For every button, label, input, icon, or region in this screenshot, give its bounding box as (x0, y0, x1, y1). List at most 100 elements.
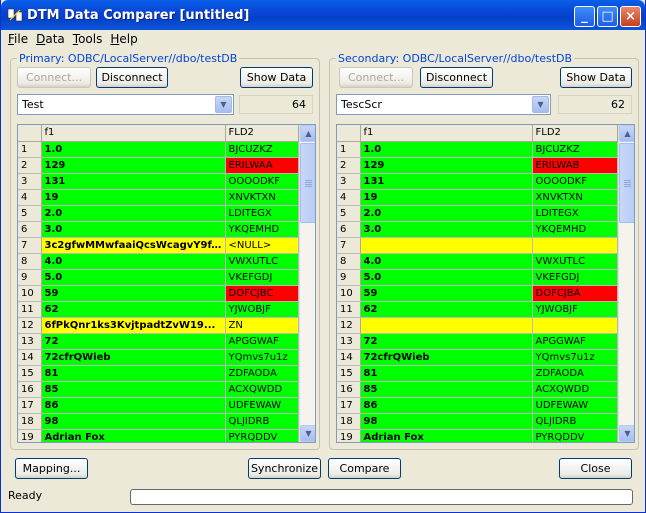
cell-f1[interactable]: 72 (360, 333, 533, 350)
chevron-down-icon[interactable]: ▼ (532, 96, 549, 113)
cell-f1[interactable]: 62 (41, 301, 226, 318)
column-header-fld2[interactable]: FLD2 (532, 125, 618, 142)
cell-f1[interactable]: 3.0 (360, 221, 533, 238)
compare-button[interactable]: Compare (328, 458, 401, 479)
chevron-down-icon[interactable]: ▼ (215, 96, 232, 113)
cell-fld2[interactable]: ACXQWDD (532, 381, 618, 398)
table-row[interactable]: 6 3.0 YKQEMHD (18, 221, 299, 238)
secondary-show-data-button[interactable]: Show Data (560, 67, 632, 88)
cell-f1[interactable]: 62 (360, 301, 533, 318)
scroll-down-icon[interactable]: ▼ (619, 425, 634, 442)
table-row[interactable]: 2 129 ERILWAB (337, 157, 618, 174)
row-number[interactable]: 5 (337, 205, 361, 222)
row-number[interactable]: 6 (337, 221, 361, 238)
cell-fld2[interactable]: YKQEMHD (532, 221, 618, 238)
cell-fld2[interactable]: YQmvs7u1z (225, 349, 299, 366)
cell-f1[interactable]: 3c2gfwMMwfaaiQcsWcagvY9f... (41, 237, 226, 254)
primary-connect-button[interactable]: Connect... (17, 67, 91, 88)
cell-fld2[interactable]: ERILWAA (225, 157, 299, 174)
row-number[interactable]: 1 (337, 141, 361, 158)
table-row[interactable]: 10 59 DOFCJBC (18, 285, 299, 302)
table-row[interactable]: 17 86 UDFEWAW (337, 397, 618, 414)
cell-fld2[interactable]: VKEFGDJ (532, 269, 618, 286)
column-header-f1[interactable]: f1 (41, 125, 226, 142)
table-row[interactable]: 6 3.0 YKQEMHD (337, 221, 618, 238)
primary-disconnect-button[interactable]: Disconnect (96, 67, 168, 88)
primary-scrollbar[interactable]: ▲ ▼ (299, 125, 315, 442)
secondary-scroll-thumb[interactable] (619, 143, 634, 223)
table-row[interactable]: 9 5.0 VKEFGDJ (337, 269, 618, 286)
table-row[interactable]: 14 72cfrQWieb YQmvs7u1z (337, 349, 618, 366)
cell-fld2[interactable]: QLJIDRB (225, 413, 299, 430)
cell-f1[interactable]: 3.0 (41, 221, 226, 238)
cell-f1[interactable]: 5.0 (41, 269, 226, 286)
cell-fld2[interactable]: QLJIDRB (532, 413, 618, 430)
row-number[interactable]: 14 (18, 349, 42, 366)
cell-f1[interactable]: 6fPkQnr1ks3KvjtpadtZvW19... (41, 317, 226, 334)
row-number[interactable]: 13 (18, 333, 42, 350)
cell-fld2[interactable]: PYRQDDV (532, 429, 618, 442)
cell-fld2[interactable]: XNVKTXN (532, 189, 618, 206)
menu-tools[interactable]: Tools (69, 31, 107, 47)
primary-show-data-button[interactable]: Show Data (240, 67, 313, 88)
cell-fld2[interactable]: <NULL> (225, 237, 299, 254)
cell-f1[interactable]: 81 (41, 365, 226, 382)
cell-fld2[interactable]: LDITEGX (532, 205, 618, 222)
cell-fld2[interactable]: BJCUZKZ (225, 141, 299, 158)
table-row[interactable]: 13 72 APGGWAF (337, 333, 618, 350)
close-button[interactable]: Close (559, 458, 632, 479)
row-number[interactable]: 5 (18, 205, 42, 222)
secondary-scrollbar[interactable]: ▲ ▼ (618, 125, 634, 442)
cell-f1[interactable]: 72cfrQWieb (360, 349, 533, 366)
cell-f1[interactable]: 129 (360, 157, 533, 174)
table-row[interactable]: 8 4.0 VWXUTLC (18, 253, 299, 270)
primary-scroll-thumb[interactable] (300, 143, 315, 223)
row-number[interactable]: 6 (18, 221, 42, 238)
table-row[interactable]: 19 Adrian Fox PYRQDDV (18, 429, 299, 442)
cell-f1[interactable]: 19 (41, 189, 226, 206)
cell-fld2[interactable]: DOFCJBC (225, 285, 299, 302)
cell-fld2[interactable]: ZDFAODA (225, 365, 299, 382)
cell-fld2[interactable]: PYRQDDV (225, 429, 299, 442)
row-number[interactable]: 11 (337, 301, 361, 318)
table-row[interactable]: 1 1.0 BJCUZKZ (18, 141, 299, 158)
table-row[interactable]: 14 72cfrQWieb YQmvs7u1z (18, 349, 299, 366)
cell-f1[interactable]: 86 (41, 397, 226, 414)
row-number[interactable]: 4 (18, 189, 42, 206)
table-row[interactable]: 11 62 YJWOBJF (18, 301, 299, 318)
cell-f1[interactable]: 59 (41, 285, 226, 302)
row-number[interactable]: 15 (18, 365, 42, 382)
cell-fld2[interactable]: LDITEGX (225, 205, 299, 222)
cell-f1[interactable] (360, 317, 533, 334)
cell-fld2[interactable]: APGGWAF (225, 333, 299, 350)
row-number[interactable]: 12 (18, 317, 42, 334)
cell-fld2[interactable]: YJWOBJF (225, 301, 299, 318)
cell-f1[interactable]: 72 (41, 333, 226, 350)
cell-fld2[interactable]: VWXUTLC (532, 253, 618, 270)
cell-f1[interactable]: Adrian Fox (41, 429, 226, 442)
secondary-grid[interactable]: f1 FLD2 1 1.0 BJCUZKZ 2 129 ERILWAB 3 131 OOOODK… (336, 124, 635, 443)
cell-f1[interactable]: 131 (360, 173, 533, 190)
secondary-disconnect-button[interactable]: Disconnect (420, 67, 493, 88)
row-number[interactable]: 11 (18, 301, 42, 318)
cell-fld2[interactable]: ERILWAB (532, 157, 618, 174)
column-header-fld2[interactable]: FLD2 (225, 125, 299, 142)
table-row[interactable]: 15 81 ZDFAODA (337, 365, 618, 382)
row-number[interactable]: 9 (337, 269, 361, 286)
row-number[interactable]: 17 (337, 397, 361, 414)
cell-f1[interactable]: 1.0 (360, 141, 533, 158)
row-number[interactable]: 19 (18, 429, 42, 442)
close-window-button[interactable]: × (620, 6, 641, 27)
table-row[interactable]: 7 3c2gfwMMwfaaiQcsWcagvY9f... <NULL> (18, 237, 299, 254)
cell-f1[interactable]: Adrian Fox (360, 429, 533, 442)
row-number[interactable]: 2 (337, 157, 361, 174)
menu-data[interactable]: Data (32, 31, 69, 47)
table-row[interactable]: 7 (337, 237, 618, 254)
cell-f1[interactable]: 72cfrQWieb (41, 349, 226, 366)
cell-f1[interactable]: 98 (41, 413, 226, 430)
row-number[interactable]: 4 (337, 189, 361, 206)
table-row[interactable]: 4 19 XNVKTXN (337, 189, 618, 206)
table-row[interactable]: 18 98 QLJIDRB (18, 413, 299, 430)
row-number[interactable]: 13 (337, 333, 361, 350)
cell-fld2[interactable]: UDFEWAW (532, 397, 618, 414)
